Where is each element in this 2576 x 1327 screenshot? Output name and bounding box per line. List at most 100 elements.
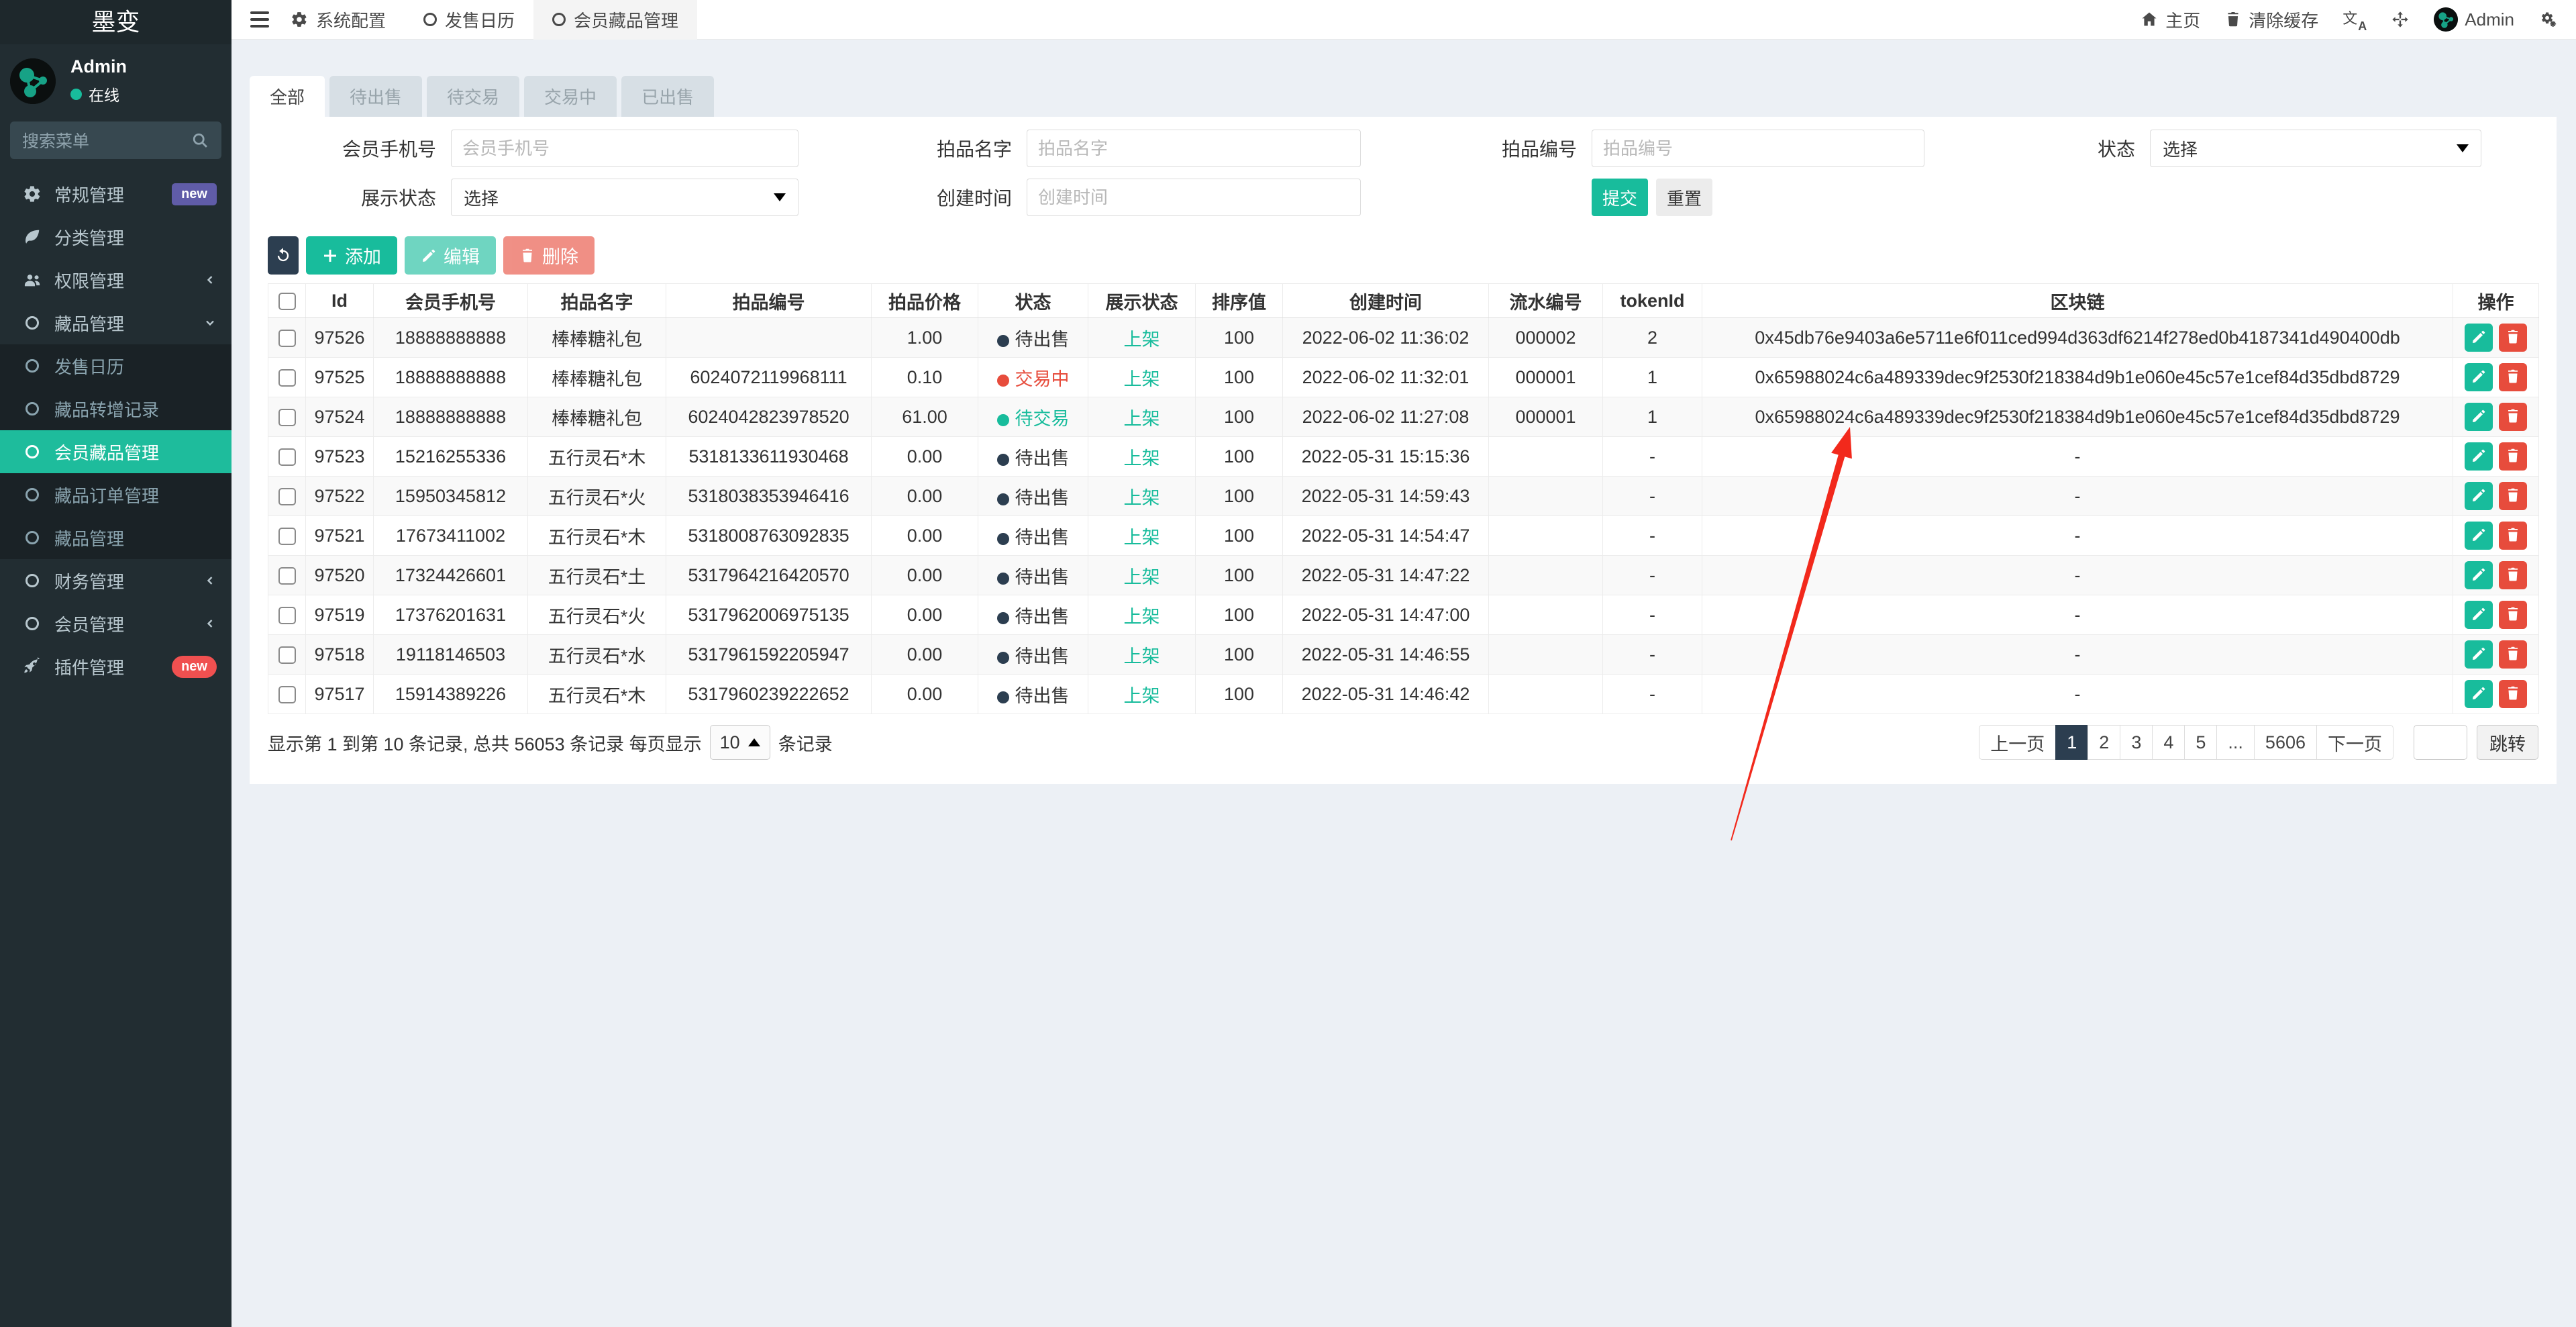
item-sn-input[interactable] [1592, 130, 1924, 167]
row-delete-button[interactable] [2499, 601, 2527, 629]
row-edit-button[interactable] [2465, 522, 2493, 550]
sidebar-item-finance[interactable]: 财务管理 [0, 559, 231, 602]
page-5606[interactable]: 5606 [2253, 725, 2317, 760]
row-checkbox[interactable] [278, 369, 296, 387]
page-1[interactable]: 1 [2055, 725, 2089, 760]
row-edit-button[interactable] [2465, 640, 2493, 669]
nav-tab-system-config[interactable]: 系统配置 [272, 0, 405, 40]
submit-button[interactable]: 提交 [1592, 179, 1649, 216]
sidebar-item-member[interactable]: 会员管理 [0, 602, 231, 645]
cell-actions [2453, 674, 2539, 714]
refresh-button[interactable] [268, 236, 299, 275]
tab-sold[interactable]: 已出售 [621, 76, 715, 117]
row-edit-button[interactable] [2465, 442, 2493, 471]
sidebar-item-member-collection[interactable]: 会员藏品管理 [0, 430, 231, 473]
row-delete-button[interactable] [2499, 403, 2527, 431]
language-switch-button[interactable]: 文A [2342, 8, 2367, 33]
reset-button[interactable]: 重置 [1656, 179, 1713, 216]
select-all-checkbox[interactable] [278, 293, 296, 311]
cell-id: 97524 [305, 397, 374, 437]
search-icon[interactable] [191, 131, 209, 150]
created-time-input[interactable] [1027, 179, 1361, 216]
sidebar-item-sale-calendar[interactable]: 发售日历 [0, 344, 231, 387]
member-phone-input[interactable] [451, 130, 798, 167]
sidebar-item-plugin[interactable]: 插件管理 new [0, 645, 231, 688]
sidebar-item-general[interactable]: 常规管理 new [0, 173, 231, 215]
page-2[interactable]: 2 [2088, 725, 2121, 760]
row-checkbox[interactable] [278, 448, 296, 466]
status-select[interactable]: 选择 [2150, 130, 2481, 167]
page-4[interactable]: 4 [2152, 725, 2185, 760]
row-delete-button[interactable] [2499, 640, 2527, 669]
row-delete-button[interactable] [2499, 482, 2527, 510]
tab-pending-trade[interactable]: 待交易 [427, 76, 520, 117]
sidebar-search-input[interactable]: 搜索菜单 [10, 121, 221, 159]
sidebar-item-label: 藏品管理 [54, 528, 125, 549]
sidebar-item-collection[interactable]: 藏品管理 [0, 301, 231, 344]
row-checkbox[interactable] [278, 567, 296, 585]
row-edit-button[interactable] [2465, 363, 2493, 391]
page-3[interactable]: 3 [2120, 725, 2153, 760]
status-dot-icon [996, 334, 1009, 347]
sidebar-item-permission[interactable]: 权限管理 [0, 258, 231, 301]
next-page-button[interactable]: 下一页 [2316, 725, 2393, 760]
sidebar-item-category[interactable]: 分类管理 [0, 215, 231, 258]
page-ellipsis[interactable]: ... [2216, 725, 2255, 760]
edit-button[interactable]: 编辑 [405, 236, 496, 275]
tab-pending-sale[interactable]: 待出售 [329, 76, 423, 117]
row-edit-button[interactable] [2465, 482, 2493, 510]
nav-tab-sale-calendar[interactable]: 发售日历 [405, 0, 533, 40]
home-link[interactable]: 主页 [2140, 7, 2200, 32]
col-status: 状态 [978, 283, 1088, 318]
cell-flow-no: 000002 [1488, 317, 1603, 358]
row-delete-button[interactable] [2499, 680, 2527, 708]
row-delete-button[interactable] [2499, 324, 2527, 352]
sidebar-item-collection-mgmt[interactable]: 藏品管理 [0, 516, 231, 559]
row-checkbox[interactable] [278, 528, 296, 546]
cell-created: 2022-05-31 14:46:55 [1282, 634, 1489, 675]
sidebar-toggle-button[interactable] [231, 11, 272, 28]
sidebar-item-collection-orders[interactable]: 藏品订单管理 [0, 473, 231, 516]
row-edit-button[interactable] [2465, 324, 2493, 352]
row-edit-button[interactable] [2465, 680, 2493, 708]
row-delete-button[interactable] [2499, 522, 2527, 550]
row-checkbox[interactable] [278, 607, 296, 625]
cell-actions [2453, 595, 2539, 635]
created-time-label: 创建时间 [936, 188, 1012, 209]
display-status-select[interactable]: 选择 [451, 179, 798, 216]
cell-item-name: 五行灵石*木 [527, 436, 666, 477]
col-actions: 操作 [2453, 283, 2539, 318]
add-button[interactable]: 添加 [306, 236, 397, 275]
cell-select [268, 397, 306, 437]
tab-trading[interactable]: 交易中 [524, 76, 617, 117]
row-checkbox[interactable] [278, 409, 296, 427]
delete-button[interactable]: 删除 [503, 236, 595, 275]
tab-all[interactable]: 全部 [250, 76, 325, 117]
settings-button[interactable] [2538, 10, 2557, 29]
row-edit-button[interactable] [2465, 561, 2493, 589]
row-delete-button[interactable] [2499, 442, 2527, 471]
clear-cache-button[interactable]: 清除缓存 [2224, 7, 2318, 32]
row-edit-button[interactable] [2465, 601, 2493, 629]
row-edit-button[interactable] [2465, 403, 2493, 431]
nav-tab-member-collection[interactable]: 会员藏品管理 [533, 0, 698, 40]
item-name-input[interactable] [1027, 130, 1361, 167]
row-checkbox[interactable] [278, 330, 296, 348]
page-5[interactable]: 5 [2184, 725, 2218, 760]
jump-page-input[interactable] [2414, 725, 2467, 760]
row-delete-button[interactable] [2499, 363, 2527, 391]
jump-button[interactable]: 跳转 [2477, 725, 2538, 760]
pencil-icon [2471, 448, 2487, 466]
status-dot-icon [996, 413, 1009, 426]
page-size-select[interactable]: 10 [709, 725, 770, 760]
prev-page-button[interactable]: 上一页 [1979, 725, 2057, 760]
sidebar-item-transfer-records[interactable]: 藏品转增记录 [0, 387, 231, 430]
col-flow-no: 流水编号 [1488, 283, 1603, 318]
fullscreen-button[interactable] [2391, 10, 2410, 29]
row-checkbox[interactable] [278, 686, 296, 704]
row-checkbox[interactable] [278, 646, 296, 665]
cell-flow-no [1488, 674, 1603, 714]
row-checkbox[interactable] [278, 488, 296, 506]
row-delete-button[interactable] [2499, 561, 2527, 589]
user-menu[interactable]: Admin [2434, 7, 2514, 32]
